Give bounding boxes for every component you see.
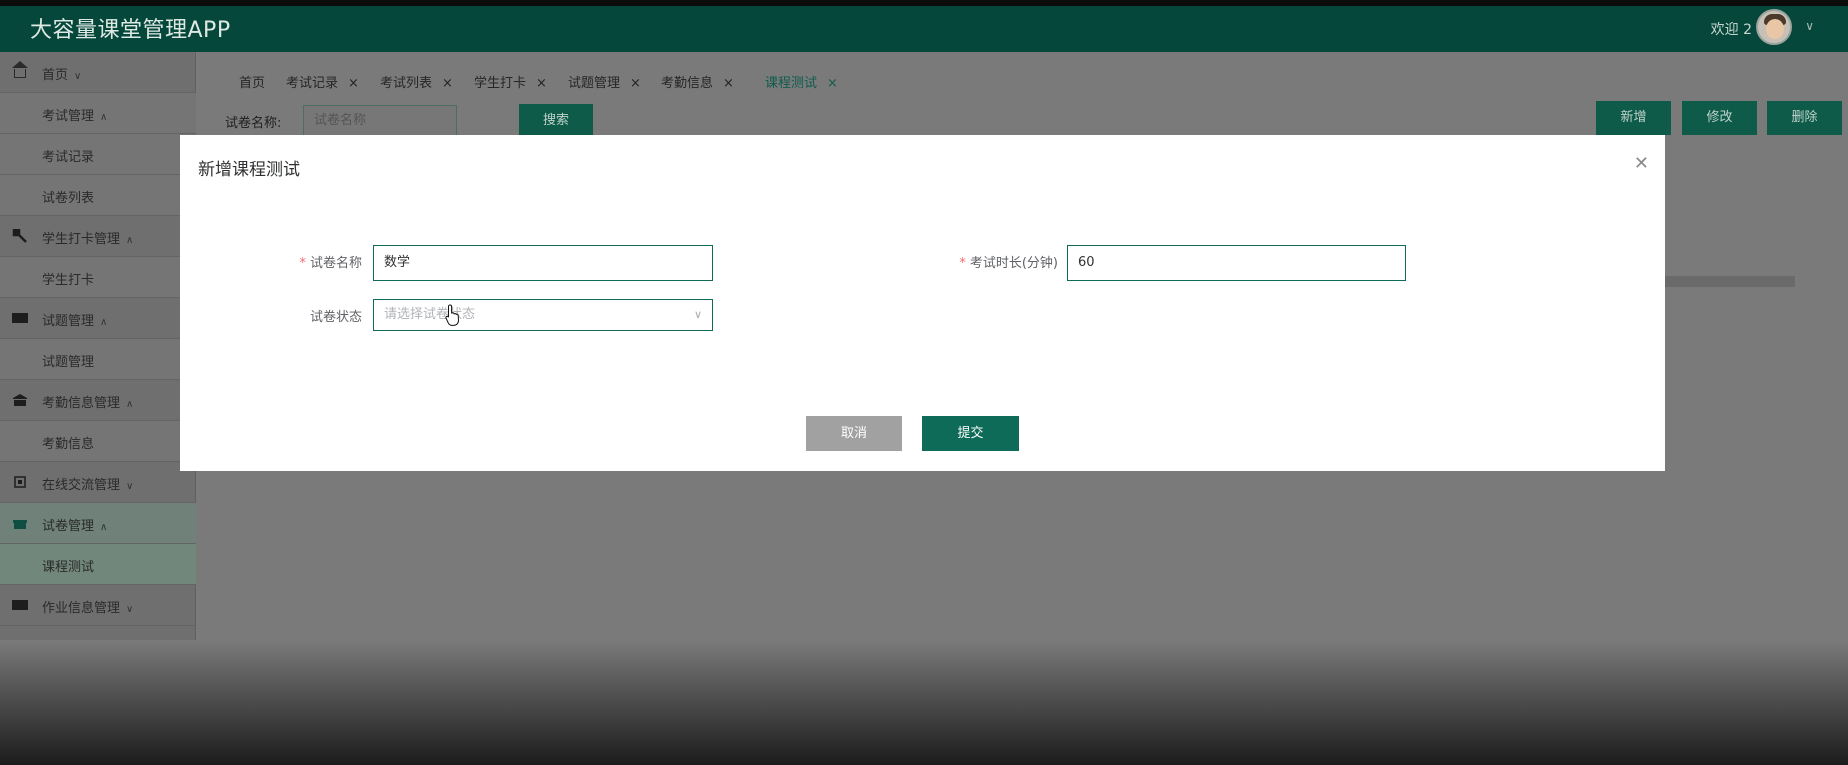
app-root: 大容量课堂管理APP 欢迎 2 ∨ 首页 ∨ 考试管理 ∧ 考试记录 试卷列表 学生… (0, 0, 1848, 765)
chevron-down-icon: ∨ (126, 481, 134, 492)
required-mark: * (299, 256, 306, 271)
tab-home[interactable]: 首页 (239, 72, 265, 91)
home-icon (12, 61, 28, 78)
search-button[interactable]: 搜索 (519, 104, 593, 138)
chevron-up-icon: ∧ (100, 522, 108, 533)
chip-icon (12, 475, 28, 489)
paper-status-select[interactable]: 请选择试卷状态 ∨ (373, 299, 713, 331)
chevron-down-icon: ∨ (74, 71, 82, 82)
sidebar-item-checkin[interactable]: 学生打卡 (0, 257, 196, 298)
tab-exam-records[interactable]: 考试记录 × (286, 72, 359, 91)
duration-label: * 考试时长(分钟) (940, 252, 1058, 271)
search-input[interactable]: 试卷名称 (303, 105, 457, 137)
user-avatar-icon[interactable] (1756, 9, 1792, 45)
sidebar-item-exam-mgmt[interactable]: 考试管理 ∧ (0, 93, 196, 134)
sidebar-item-label: 考试管理 (42, 109, 95, 124)
close-icon[interactable]: × (442, 76, 453, 91)
tab-question-mgmt[interactable]: 试题管理 × (568, 72, 641, 91)
chevron-down-icon: ∨ (126, 604, 134, 615)
sidebar-item-question-mgmt[interactable]: 试题管理 ∧ (0, 298, 196, 339)
paper-name-label: * 试卷名称 (280, 252, 362, 271)
tab-checkin[interactable]: 学生打卡 × (474, 72, 547, 91)
edit-button[interactable]: 修改 (1682, 101, 1757, 135)
building-icon (12, 393, 28, 407)
list-icon (12, 313, 28, 323)
sidebar-item-label: 在线交流管理 (42, 478, 121, 493)
submit-button[interactable]: 提交 (922, 416, 1019, 451)
monitor-icon (12, 600, 28, 610)
close-icon[interactable]: ✕ (1634, 153, 1649, 174)
sidebar-item-chat-mgmt[interactable]: 在线交流管理 ∨ (0, 462, 196, 503)
dialog-title: 新增课程测试 (198, 160, 300, 180)
welcome-text: 欢迎 2 (1710, 22, 1752, 38)
gift-icon (12, 516, 28, 530)
sidebar-item-attendance-mgmt[interactable]: 考勤信息管理 ∧ (0, 380, 196, 421)
sidebar-item-label: 试卷列表 (42, 191, 95, 206)
sidebar-item-homework-mgmt[interactable]: 作业信息管理 ∨ (0, 585, 196, 626)
sidebar-item-attendance[interactable]: 考勤信息 (0, 421, 196, 462)
avatar-face (1766, 19, 1784, 39)
sidebar-item-label: 试题管理 (42, 314, 95, 329)
sidebar-item-label: 学生打卡 (42, 273, 95, 288)
tab-course-test[interactable]: 课程测试 × (765, 72, 838, 91)
tab-label: 首页 (239, 76, 266, 91)
sidebar-item-exam-records[interactable]: 考试记录 (0, 134, 196, 175)
sidebar-item-label: 首页 (42, 68, 69, 83)
chevron-up-icon: ∧ (126, 235, 134, 246)
sidebar-item-label: 考试记录 (42, 150, 95, 165)
required-mark: * (959, 256, 966, 271)
app-title: 大容量课堂管理APP (30, 18, 231, 43)
sidebar-item-questions[interactable]: 试题管理 (0, 339, 196, 380)
bottom-fade (0, 640, 1848, 765)
search-label: 试卷名称: (225, 116, 282, 131)
close-icon[interactable]: × (348, 76, 359, 91)
close-icon[interactable]: × (827, 76, 838, 91)
close-icon[interactable]: × (536, 76, 547, 91)
top-header: 大容量课堂管理APP 欢迎 2 ∨ (0, 0, 1848, 52)
add-button[interactable]: 新增 (1596, 101, 1671, 135)
close-icon[interactable]: × (630, 76, 641, 91)
tab-label: 考试记录 (286, 76, 339, 91)
cancel-button[interactable]: 取消 (806, 416, 902, 451)
sidebar-item-label: 作业信息管理 (42, 601, 121, 616)
delete-button[interactable]: 删除 (1767, 101, 1842, 135)
sidebar-item-paper-list[interactable]: 试卷列表 (0, 175, 196, 216)
paper-name-input[interactable]: 数学 (373, 245, 713, 281)
scrollbar[interactable] (1663, 276, 1795, 287)
sidebar-item-label: 课程测试 (42, 560, 95, 575)
chevron-up-icon: ∧ (100, 112, 108, 123)
duration-label-text: 考试时长(分钟) (969, 256, 1058, 271)
sidebar-item-label: 试题管理 (42, 355, 95, 370)
duration-input[interactable]: 60 (1067, 245, 1406, 281)
sidebar-item-label: 考勤信息管理 (42, 396, 121, 411)
tab-exam-list[interactable]: 考试列表 × (380, 72, 453, 91)
chevron-down-icon[interactable]: ∨ (1805, 19, 1814, 33)
sidebar-item-home[interactable]: 首页 ∨ (0, 52, 196, 93)
sidebar-item-label: 学生打卡管理 (42, 232, 121, 247)
sidebar-item-checkin-mgmt[interactable]: 学生打卡管理 ∧ (0, 216, 196, 257)
sidebar-item-label: 试卷管理 (42, 519, 95, 534)
tab-label: 课程测试 (765, 76, 818, 91)
sidebar-item-paper-mgmt[interactable]: 试卷管理 ∧ (0, 503, 196, 544)
close-icon[interactable]: × (723, 76, 734, 91)
chevron-down-icon: ∨ (693, 308, 702, 321)
hand-cursor-icon (445, 304, 461, 326)
paper-status-label: 试卷状态 (309, 310, 362, 325)
tab-label: 考勤信息 (661, 76, 714, 91)
tab-attendance[interactable]: 考勤信息 × (661, 72, 734, 91)
sidebar-item-label: 考勤信息 (42, 437, 95, 452)
paper-name-label-text: 试卷名称 (309, 256, 362, 271)
header-top-edge (0, 0, 1848, 6)
select-placeholder: 请选择试卷状态 (384, 307, 476, 322)
tab-bar: 首页 考试记录 × 考试列表 × 学生打卡 × 试题管理 × 考勤信息 × 课程测试 × (196, 52, 1848, 102)
chevron-up-icon: ∧ (126, 399, 134, 410)
tab-label: 考试列表 (380, 76, 433, 91)
tab-label: 试题管理 (568, 76, 621, 91)
sidebar-item-course-test[interactable]: 课程测试 (0, 544, 196, 585)
tab-label: 学生打卡 (474, 76, 527, 91)
pin-icon (12, 228, 28, 243)
chevron-up-icon: ∧ (100, 317, 108, 328)
